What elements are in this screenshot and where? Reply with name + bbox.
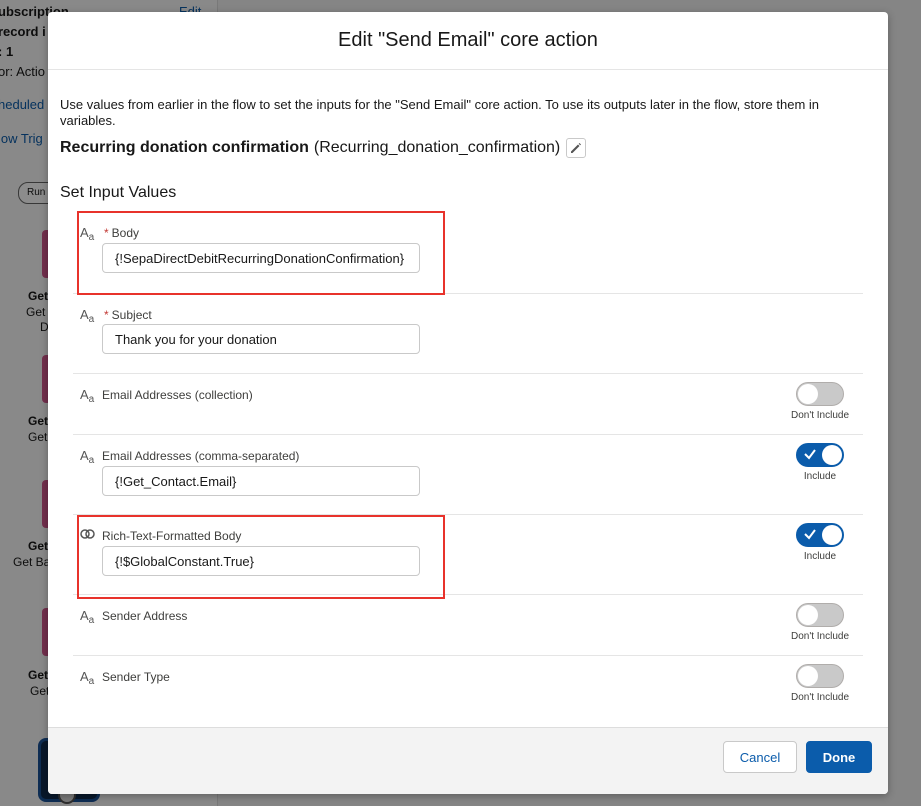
done-button[interactable]: Done <box>806 741 872 773</box>
check-icon <box>804 449 816 460</box>
email-collection-label: Email Addresses (collection) <box>102 388 253 402</box>
edit-label-button[interactable] <box>566 138 587 158</box>
sender-address-toggle[interactable] <box>796 603 844 627</box>
action-api-name: (Recurring_donation_confirmation) <box>313 139 561 156</box>
field-row-sender-type: Aa Sender Type Don't Include <box>73 655 863 716</box>
email-csv-toggle[interactable] <box>796 443 844 467</box>
intro-text: Use values from earlier in the flow to s… <box>60 97 820 128</box>
toggle-knob <box>798 666 818 686</box>
sender-type-toggle[interactable] <box>796 664 844 688</box>
text-type-icon: Aa <box>80 448 95 466</box>
toggle-caption: Include <box>803 471 837 482</box>
sender-address-label: Sender Address <box>102 609 188 623</box>
rich-text-toggle[interactable] <box>796 523 844 547</box>
section-title: Set Input Values <box>60 184 177 201</box>
text-type-icon: Aa <box>80 669 95 687</box>
action-title: Recurring donation confirmation (Recurri… <box>60 138 587 158</box>
toggle-knob <box>798 605 818 625</box>
modal-body: Use values from earlier in the flow to s… <box>48 70 888 728</box>
modal-footer: Cancel Done <box>48 727 888 794</box>
cancel-button[interactable]: Cancel <box>723 741 797 773</box>
field-row-email-collection: Aa Email Addresses (collection) Don't In… <box>73 373 863 435</box>
highlight-box-rich-text <box>77 515 445 599</box>
text-type-icon: Aa <box>80 387 95 405</box>
email-csv-input[interactable] <box>102 466 420 496</box>
field-row-subject: Aa * Subject <box>73 293 863 374</box>
subject-input[interactable] <box>102 324 420 354</box>
toggle-knob <box>822 525 842 545</box>
toggle-caption: Don't Include <box>790 692 850 703</box>
email-csv-toggle-wrap: Include <box>785 443 855 482</box>
sender-type-label: Sender Type <box>102 670 170 684</box>
toggle-knob <box>822 445 842 465</box>
subject-label: * Subject <box>104 308 152 322</box>
rich-text-toggle-wrap: Include <box>785 523 855 562</box>
email-collection-toggle[interactable] <box>796 382 844 406</box>
action-label: Recurring donation confirmation <box>60 139 309 156</box>
email-collection-toggle-wrap: Don't Include <box>785 382 855 421</box>
toggle-caption: Don't Include <box>790 410 850 421</box>
sender-type-toggle-wrap: Don't Include <box>785 664 855 703</box>
email-csv-label: Email Addresses (comma-separated) <box>102 449 300 463</box>
sender-address-toggle-wrap: Don't Include <box>785 603 855 642</box>
pencil-icon <box>571 143 582 153</box>
text-type-icon: Aa <box>80 307 95 325</box>
toggle-caption: Include <box>803 551 837 562</box>
field-row-sender-address: Aa Sender Address Don't Include <box>73 594 863 656</box>
modal-header: Edit "Send Email" core action <box>48 12 888 70</box>
field-row-email-csv: Aa Email Addresses (comma-separated) Inc… <box>73 434 863 515</box>
modal-title: Edit "Send Email" core action <box>338 29 598 51</box>
edit-action-modal: Edit "Send Email" core action Use values… <box>48 12 888 794</box>
toggle-caption: Don't Include <box>790 631 850 642</box>
toggle-knob <box>798 384 818 404</box>
text-type-icon: Aa <box>80 608 95 626</box>
check-icon <box>804 529 816 540</box>
highlight-box-body <box>77 211 445 295</box>
